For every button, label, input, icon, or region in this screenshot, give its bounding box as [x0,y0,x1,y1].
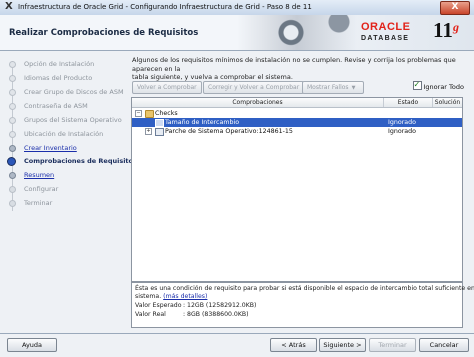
actual-value-row: Valor Real : 8GB (8388600.0KB) [135,311,335,320]
column-header-fixable[interactable]: Solución [433,98,462,107]
expected-value-label: Valor Esperado [135,302,182,309]
step-prerequisite-checks[interactable]: Comprobaciones de Requisitos [7,157,137,167]
close-icon: X [451,2,459,12]
step-dot-icon [9,61,16,68]
table-row[interactable]: + Parche de Sistema Operativo:124861-15 … [132,127,462,136]
checks-table: Comprobaciones Estado Solución − Checks … [131,97,463,282]
more-details-link[interactable]: (más detalles) [163,293,207,300]
checkbox-checked-icon[interactable] [412,79,422,90]
intro-line-1: Algunos de los requisitos mínimos de ins… [132,56,456,73]
gears-graphic [237,15,357,50]
table-row[interactable]: Tamaño de Intercambio Ignorado [132,118,462,127]
logo-database-text: DATABASE [361,35,410,42]
finish-button[interactable]: Terminar [369,338,416,352]
logo-version-number: 11 [433,18,453,42]
close-window-button[interactable]: X [440,1,470,15]
wizard-footer: Ayuda < Atrás Siguiente > Terminar Cance… [0,333,474,357]
show-failed-label: Mostrar Fallos [307,84,349,91]
row-status: Ignorado [388,119,416,126]
step-dot-icon [9,75,16,82]
step-dot-icon [9,186,16,193]
step-dot-icon [9,172,16,179]
detail-description-cont: sistema. (más detalles) [135,293,207,302]
row-label: Parche de Sistema Operativo:124861-15 [165,128,293,135]
check-again-button[interactable]: Volver a Comprobar [132,81,202,94]
oracle-logo: ORACLE DATABASE 11 g [357,18,469,48]
step-dot-icon [9,131,16,138]
help-button[interactable]: Ayuda [7,338,57,352]
app-icon: X [5,1,13,12]
step-dot-icon [9,117,16,124]
check-item-icon [155,128,164,136]
check-item-icon [155,119,164,127]
expand-icon[interactable]: + [145,128,152,135]
row-label: Tamaño de Intercambio [165,119,240,126]
expected-value: : 12GB (12582912.0KB) [183,302,257,309]
ignore-all-label: Ignorar Todo [423,83,464,91]
logo-oracle-text: ORACLE [361,21,411,33]
step-dot-icon [9,200,16,207]
step-install-location: Ubicación de Instalación [9,130,103,140]
collapse-icon[interactable]: − [135,110,142,117]
show-failed-dropdown[interactable]: Mostrar Fallos ▼ [302,81,364,94]
step-create-inventory[interactable]: Crear Inventario [9,144,77,154]
back-button[interactable]: < Atrás [270,338,317,352]
row-label: Checks [155,110,178,117]
next-button[interactable]: Siguiente > [319,338,366,352]
step-os-groups: Grupos del Sistema Operativo [9,116,122,126]
step-finish: Terminar [9,199,52,209]
step-dot-icon [9,145,16,152]
wizard-body: Opción de Instalación Idiomas del Produc… [0,51,474,333]
table-row[interactable]: − Checks [132,109,462,118]
steps-sidebar: Opción de Instalación Idiomas del Produc… [0,51,137,333]
column-header-checks[interactable]: Comprobaciones [132,98,384,107]
folder-icon [145,110,154,118]
logo-version-suffix: g [453,20,459,34]
main-panel: Algunos de los requisitos mínimos de ins… [126,51,474,333]
step-dot-icon [9,89,16,96]
step-installation-option: Opción de Instalación [9,60,94,70]
expected-value-row: Valor Esperado: 12GB (12582912.0KB) [135,302,335,311]
actual-value: : 8GB (8388600.0KB) [183,311,249,318]
intro-text: Algunos de los requisitos mínimos de ins… [132,56,462,82]
column-header-status[interactable]: Estado [384,98,433,107]
window-title: Infraestructura de Oracle Grid - Configu… [18,3,312,11]
actual-value-label: Valor Real [135,311,166,318]
step-product-languages: Idiomas del Producto [9,74,92,84]
row-status: Ignorado [388,128,416,135]
step-summary[interactable]: Resumen [9,171,54,181]
detail-pane: Ésta es una condición de requisito para … [131,282,474,328]
table-header: Comprobaciones Estado Solución [132,98,462,108]
window-titlebar: X Infraestructura de Oracle Grid - Confi… [0,0,474,16]
step-dot-icon [9,103,16,110]
step-current-icon [7,157,16,166]
page-title: Realizar Comprobaciones de Requisitos [9,28,199,38]
ignore-all-checkbox[interactable]: Ignorar Todo [412,79,464,92]
cancel-button[interactable]: Cancelar [419,338,469,352]
step-configure: Configurar [9,185,58,195]
chevron-down-icon: ▼ [351,85,356,91]
page-header: Realizar Comprobaciones de Requisitos OR… [0,15,474,51]
step-asm-disk-group: Crear Grupo de Discos de ASM [9,88,124,98]
detail-description-2: sistema. [135,293,162,300]
step-asm-password: Contraseña de ASM [9,102,88,112]
fix-and-check-again-button[interactable]: Corregir y Volver a Comprobar [203,81,305,94]
